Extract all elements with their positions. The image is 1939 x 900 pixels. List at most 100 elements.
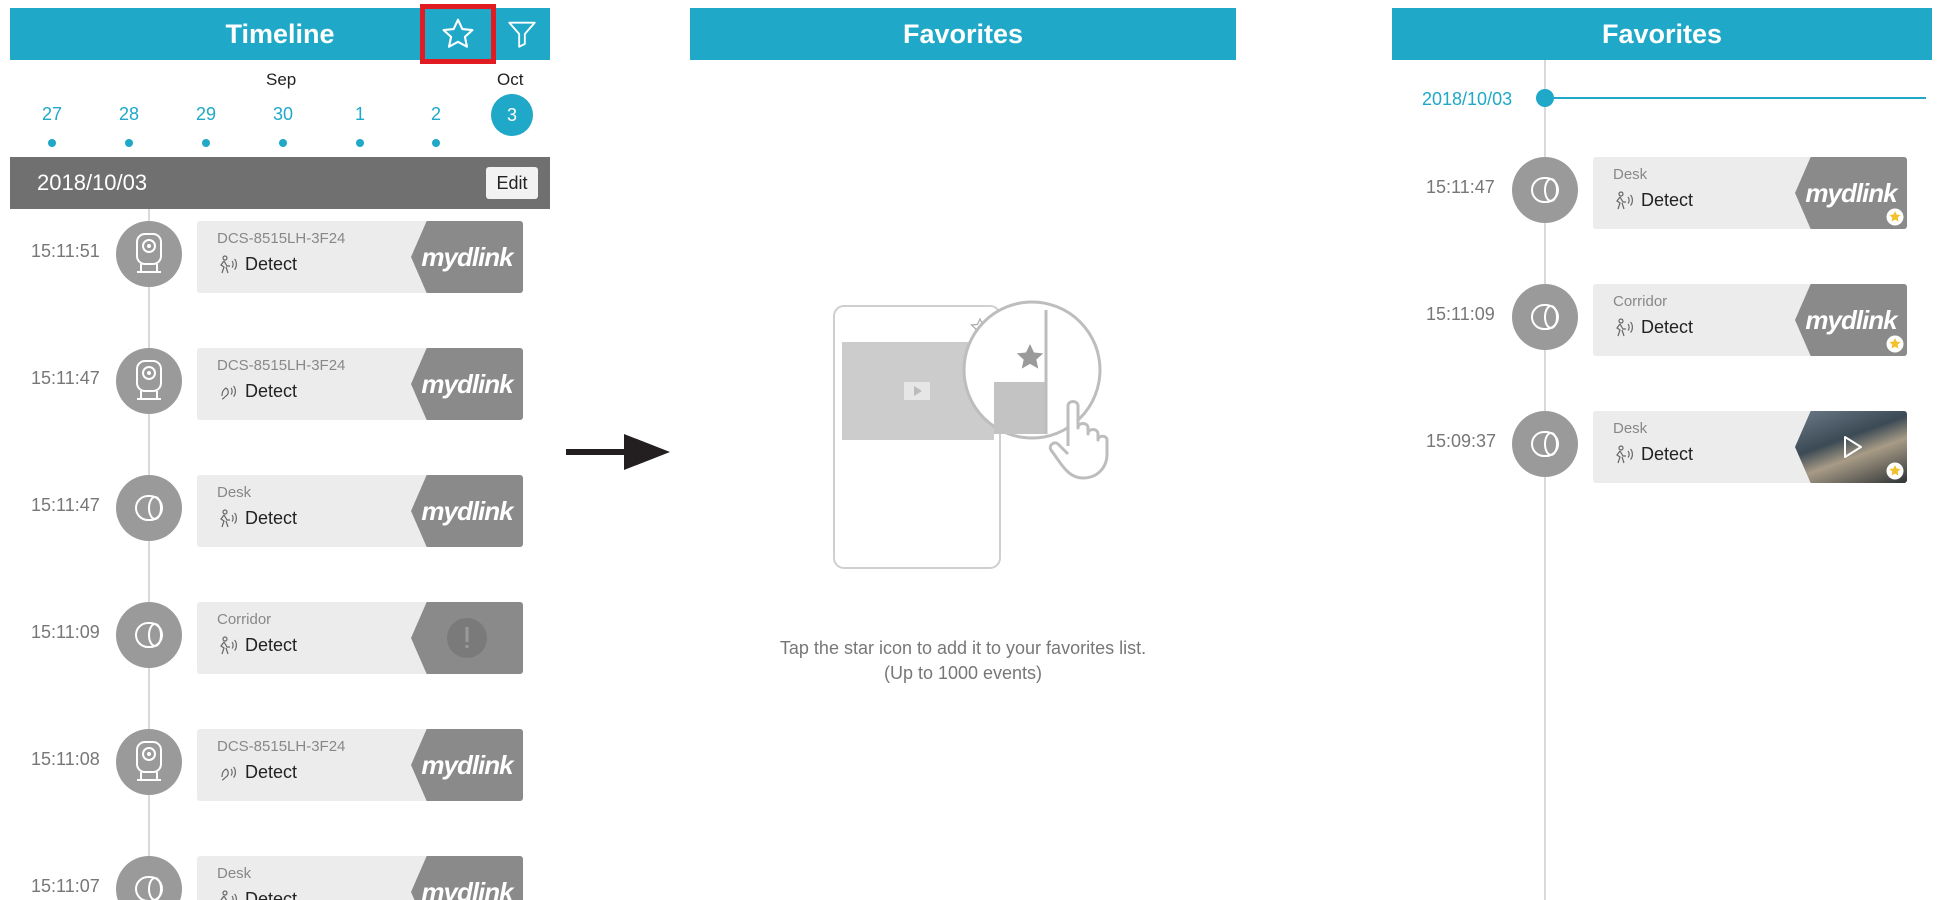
right-arrow-icon — [566, 434, 670, 470]
favorite-event-row[interactable]: 15:11:47 Desk Detect mydlink — [1392, 153, 1932, 229]
date-marker-line — [1550, 97, 1926, 99]
event-thumbnail[interactable]: mydlink — [1795, 157, 1907, 229]
day-30[interactable]: 30 — [261, 104, 305, 125]
event-row[interactable]: 15:11:51 DCS-8515LH-3F24 Detect mydlink — [10, 217, 550, 293]
day-29[interactable]: 29 — [184, 104, 228, 125]
day-2[interactable]: 2 — [414, 104, 458, 125]
day-event-dot — [356, 139, 364, 147]
favorite-star-icon — [1886, 208, 1904, 226]
event-type: Detect — [217, 254, 297, 275]
event-row[interactable]: 15:11:09 Corridor Detect — [10, 598, 550, 674]
favorite-event-row[interactable]: 15:11:09 Corridor Detect mydlink — [1392, 280, 1932, 356]
mydlink-logo: mydlink — [421, 241, 513, 272]
event-card[interactable]: Desk Detect — [1593, 411, 1907, 483]
event-thumbnail[interactable] — [411, 602, 523, 674]
favorite-star-icon — [1886, 462, 1904, 480]
motion-icon — [220, 635, 237, 654]
event-thumbnail-photo[interactable] — [1795, 411, 1907, 483]
event-type-label: Detect — [1641, 317, 1694, 337]
filter-icon — [508, 21, 536, 48]
indoor-camera-icon — [136, 741, 162, 781]
event-time: 15:11:47 — [31, 495, 100, 515]
current-date: 2018/10/03 — [37, 170, 148, 195]
month-label-oct: Oct — [497, 70, 524, 89]
cylinder-camera-icon — [135, 495, 163, 521]
event-card[interactable]: Corridor Detect mydlink — [1593, 284, 1907, 356]
favorites-illustration — [833, 300, 1109, 569]
event-type-label: Detect — [245, 889, 298, 900]
event-time: 15:11:51 — [31, 241, 100, 261]
event-time: 15:09:37 — [1426, 431, 1497, 451]
camera-avatar — [1512, 157, 1578, 223]
day-27[interactable]: 27 — [30, 104, 74, 125]
camera-avatar — [116, 729, 182, 795]
month-label-sep: Sep — [266, 70, 297, 89]
date-marker-dot — [1536, 89, 1554, 107]
day-event-dot — [202, 139, 210, 147]
event-thumbnail[interactable]: mydlink — [411, 729, 523, 801]
event-row[interactable]: 15:11:07 Desk Detect mydlink — [10, 852, 550, 900]
event-camera-name: DCS-8515LH-3F24 — [217, 357, 346, 374]
play-icon — [1844, 436, 1862, 458]
favorites-title: Favorites — [1601, 18, 1723, 49]
camera-avatar — [1512, 284, 1578, 350]
cylinder-camera-icon — [1531, 431, 1559, 457]
cylinder-camera-icon — [1531, 304, 1559, 330]
event-thumbnail[interactable]: mydlink — [1795, 284, 1907, 356]
day-event-dot — [279, 139, 287, 147]
favorites-empty-panel: Favorites Tap the star icon to add it to… — [690, 0, 1236, 900]
camera-avatar — [1512, 411, 1578, 477]
camera-avatar — [116, 856, 182, 900]
motion-icon — [220, 254, 237, 273]
day-28[interactable]: 28 — [107, 104, 151, 125]
event-type: Detect — [1613, 444, 1693, 465]
event-type-label: Detect — [245, 508, 298, 528]
event-type: Detect — [217, 889, 297, 900]
event-type: Detect — [217, 762, 297, 783]
event-card[interactable]: Corridor Detect — [197, 602, 523, 674]
mydlink-logo: mydlink — [421, 749, 513, 780]
favorites-header: Favorites — [690, 8, 1236, 60]
event-card[interactable]: DCS-8515LH-3F24 Detect mydlink — [197, 348, 523, 420]
event-thumbnail[interactable]: mydlink — [411, 475, 523, 547]
timeline-header: Timeline — [10, 4, 550, 64]
event-type-label: Detect — [1641, 444, 1694, 464]
sound-icon — [221, 766, 236, 781]
event-card[interactable]: Desk Detect mydlink — [1593, 157, 1907, 229]
mydlink-logo: mydlink — [421, 368, 513, 399]
day-3-selected[interactable]: 3 — [491, 94, 533, 136]
event-type-label: Detect — [245, 254, 298, 274]
event-thumbnail[interactable]: mydlink — [411, 348, 523, 420]
favorites-title: Favorites — [902, 18, 1024, 49]
indoor-camera-icon — [136, 233, 162, 273]
filter-button[interactable] — [494, 8, 550, 60]
event-thumbnail[interactable]: mydlink — [411, 856, 523, 900]
event-card[interactable]: DCS-8515LH-3F24 Detect mydlink — [197, 729, 523, 801]
day-event-dot — [432, 139, 440, 147]
event-row[interactable]: 15:11:47 Desk Detect mydlink — [10, 471, 550, 547]
event-camera-name: Desk — [1613, 420, 1648, 437]
camera-avatar — [116, 221, 182, 287]
motion-icon — [220, 889, 237, 900]
event-time: 15:11:08 — [31, 749, 100, 769]
event-card[interactable]: Desk Detect mydlink — [197, 856, 523, 900]
favorite-event-row[interactable]: 15:09:37 Desk Detect — [1392, 407, 1932, 483]
event-time: 15:11:47 — [31, 368, 100, 388]
cylinder-camera-icon — [135, 876, 163, 900]
event-type: Detect — [217, 635, 297, 656]
event-time: 15:11:09 — [31, 622, 100, 642]
event-card[interactable]: Desk Detect mydlink — [197, 475, 523, 547]
event-card[interactable]: DCS-8515LH-3F24 Detect mydlink — [197, 221, 523, 293]
event-type: Detect — [217, 381, 297, 402]
favorites-header: Favorites — [1392, 8, 1932, 60]
event-thumbnail[interactable]: mydlink — [411, 221, 523, 293]
camera-avatar — [116, 475, 182, 541]
favorites-star-button[interactable] — [420, 4, 496, 64]
indoor-camera-icon — [136, 360, 162, 400]
event-row[interactable]: 15:11:08 DCS-8515LH-3F24 Detect mydlink — [10, 725, 550, 801]
edit-button[interactable]: Edit — [486, 167, 538, 199]
mydlink-logo: mydlink — [421, 495, 513, 526]
star-icon — [442, 18, 474, 48]
day-1[interactable]: 1 — [338, 104, 382, 125]
event-row[interactable]: 15:11:47 DCS-8515LH-3F24 Detect mydlink — [10, 344, 550, 420]
